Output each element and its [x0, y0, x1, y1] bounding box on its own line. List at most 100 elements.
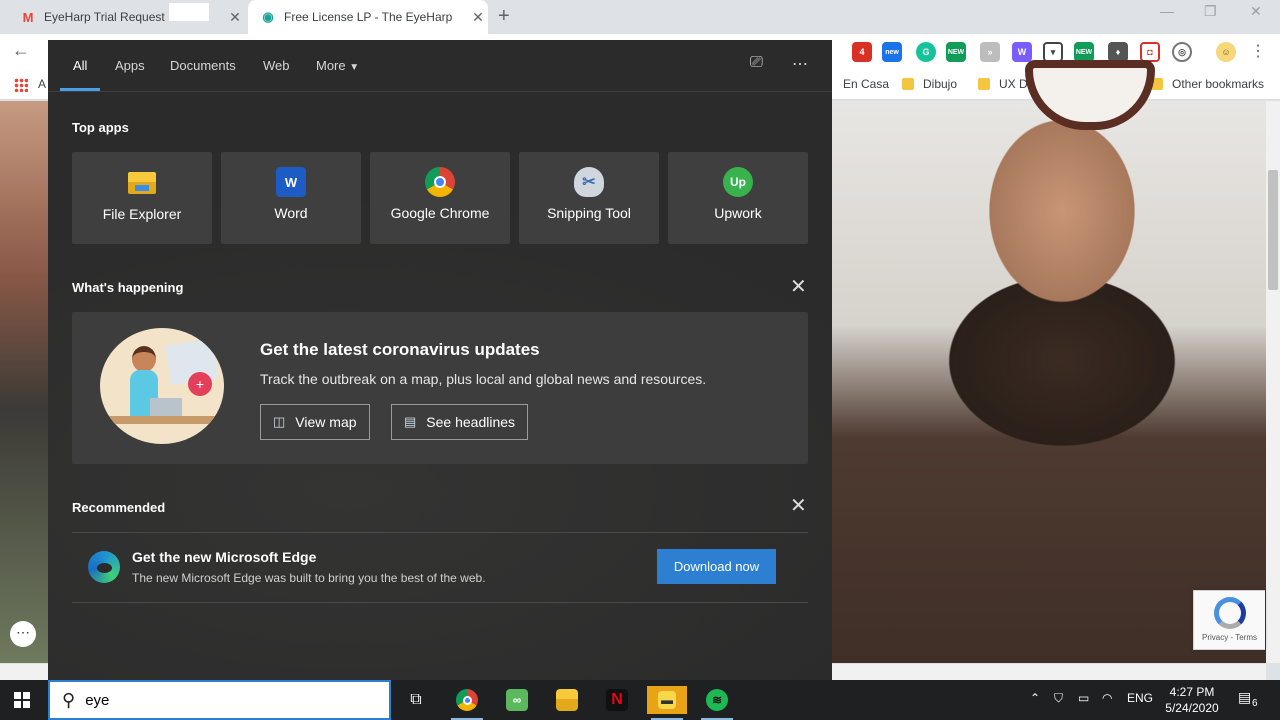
- feedback-icon[interactable]: ⎚: [750, 54, 763, 72]
- extension-new3-icon[interactable]: NEW: [1074, 42, 1094, 62]
- pocket-icon[interactable]: ▾: [1043, 42, 1063, 62]
- taskbar-app-green[interactable]: ∞: [497, 686, 537, 714]
- taskbar-search-box[interactable]: ⚲: [48, 680, 391, 720]
- bookmark-label: Dibujo: [923, 77, 958, 91]
- sticky-notes-icon: ▬: [658, 691, 676, 709]
- show-hidden-icons-icon[interactable]: ⌃: [1030, 691, 1040, 705]
- taskbar-netflix[interactable]: N: [597, 686, 637, 714]
- medical-heart-icon: +: [188, 372, 212, 396]
- search-nav: All Apps Documents Web More ▼ ⎚ ⋯: [48, 40, 832, 92]
- new-tab-icon[interactable]: +: [498, 5, 510, 28]
- badge-count: 4: [859, 47, 865, 57]
- view-map-button[interactable]: ◫ View map: [260, 404, 370, 440]
- browser-tabstrip: M EyeHarp Trial Request ✕ ◉ Free License…: [0, 0, 1280, 34]
- search-icon: ⚲: [62, 689, 76, 710]
- more-vertical-icon[interactable]: ⋮: [1250, 41, 1266, 61]
- recommended-title[interactable]: Get the new Microsoft Edge: [132, 549, 316, 565]
- more-options-icon[interactable]: ⋯: [792, 54, 808, 74]
- whats-happening-heading: What's happening: [72, 280, 184, 295]
- extension-box-icon[interactable]: ◘: [1140, 42, 1160, 62]
- close-icon[interactable]: ✕: [468, 9, 488, 26]
- windows-start-icon[interactable]: [14, 692, 30, 708]
- taskbar-spotify[interactable]: ≋: [697, 686, 737, 720]
- tab-free-license[interactable]: ◉ Free License LP - The EyeHarp ✕: [248, 0, 488, 34]
- extension-gray-icon[interactable]: »: [980, 42, 1000, 62]
- app-tile-upwork[interactable]: Up Upwork: [668, 152, 808, 244]
- download-now-button[interactable]: Download now: [657, 549, 776, 584]
- apps-grid-icon[interactable]: [14, 78, 28, 92]
- tab-more[interactable]: More ▼: [316, 58, 359, 73]
- close-icon[interactable]: ✕: [790, 277, 807, 297]
- extension-red-icon[interactable]: 4: [852, 42, 872, 62]
- badge-new: new: [885, 48, 899, 56]
- app-tile-word[interactable]: W Word: [221, 152, 361, 244]
- tab-eyeharp-trial[interactable]: M EyeHarp Trial Request ✕: [10, 0, 245, 34]
- file-explorer-icon: [128, 172, 156, 194]
- chrome-icon: [425, 167, 455, 197]
- netflix-icon: N: [606, 689, 628, 711]
- person-head-shape: [132, 346, 156, 372]
- recaptcha-text[interactable]: Privacy - Terms: [1202, 633, 1257, 642]
- upwork-glyph: Up: [730, 175, 746, 189]
- defender-icon[interactable]: ⛉: [1054, 691, 1063, 706]
- spotify-icon: ≋: [706, 689, 728, 711]
- profile-avatar[interactable]: ☺: [1216, 42, 1236, 62]
- task-view-icon[interactable]: ⧉: [396, 686, 436, 714]
- recommended-heading: Recommended: [72, 500, 166, 515]
- app-label: Upwork: [714, 205, 762, 221]
- bookmark-en-casa[interactable]: En Casa: [843, 77, 889, 91]
- news-headline[interactable]: Get the latest coronavirus updates: [260, 340, 540, 360]
- extension-new-icon[interactable]: new: [882, 42, 902, 62]
- taskbar-file-explorer[interactable]: [547, 686, 587, 714]
- language-indicator[interactable]: ENG: [1127, 691, 1153, 705]
- chat-icon[interactable]: ⋯: [10, 621, 36, 647]
- taskbar-chrome[interactable]: [447, 686, 487, 720]
- news-description: Track the outbreak on a map, plus local …: [260, 371, 707, 387]
- extension-circle-icon[interactable]: ◎: [1172, 42, 1192, 62]
- caret-down-icon: ▼: [349, 62, 360, 73]
- chrome-icon: [456, 689, 478, 711]
- bookmark-dibujo[interactable]: Dibujo: [902, 77, 957, 91]
- extension-new2-icon[interactable]: NEW: [946, 42, 966, 62]
- file-explorer-icon: [556, 689, 578, 711]
- grammarly-icon[interactable]: G: [916, 42, 936, 62]
- app-tile-file-explorer[interactable]: File Explorer: [72, 152, 212, 244]
- bookmark-partial[interactable]: A: [38, 77, 46, 91]
- close-window-icon[interactable]: ✕: [1250, 3, 1262, 20]
- headlines-icon: ▤: [404, 414, 417, 429]
- map-icon: ◫: [273, 414, 286, 429]
- tab-apps[interactable]: Apps: [115, 58, 145, 73]
- badge-new: NEW: [947, 48, 965, 56]
- eye-icon: ◉: [262, 9, 274, 24]
- app-tile-chrome[interactable]: Google Chrome: [370, 152, 510, 244]
- extension-bulb-icon[interactable]: ♦: [1108, 42, 1128, 62]
- notifications-icon[interactable]: ▤: [1238, 689, 1251, 706]
- see-headlines-button[interactable]: ▤ See headlines: [391, 404, 529, 440]
- tab-web[interactable]: Web: [263, 58, 290, 73]
- extension-w-icon[interactable]: W: [1012, 42, 1032, 62]
- tab-documents[interactable]: Documents: [170, 58, 236, 73]
- divider: [72, 532, 808, 533]
- restore-icon[interactable]: ❐: [1204, 3, 1217, 20]
- close-icon[interactable]: ✕: [225, 9, 245, 26]
- scrollbar-thumb[interactable]: [1268, 170, 1278, 290]
- taskbar-sticky-notes[interactable]: ▬: [647, 686, 687, 720]
- close-icon[interactable]: ✕: [790, 496, 807, 516]
- windows-taskbar: ⚲ ⧉ ∞ N ▬ ≋ ⌃ ⛉ ▭ ◠ ENG 4:27 PM 5/24/202…: [0, 680, 1280, 720]
- bookmark-other[interactable]: Other bookmarks: [1151, 77, 1264, 91]
- clock[interactable]: 4:27 PM 5/24/2020: [1160, 684, 1224, 716]
- notification-count: 6: [1252, 698, 1258, 709]
- news-card[interactable]: + Get the latest coronavirus updates Tra…: [72, 312, 808, 464]
- battery-icon[interactable]: ▭: [1078, 691, 1089, 705]
- minimize-icon[interactable]: —: [1160, 3, 1174, 19]
- tab-all[interactable]: All: [73, 58, 87, 73]
- recommended-description: The new Microsoft Edge was built to brin…: [132, 571, 486, 585]
- divider: [72, 602, 808, 603]
- person-photo-right: [832, 101, 1266, 663]
- word-icon: W: [276, 167, 306, 197]
- search-input[interactable]: [85, 691, 346, 709]
- wifi-icon[interactable]: ◠: [1102, 691, 1112, 705]
- app-tile-snipping-tool[interactable]: ✂ Snipping Tool: [519, 152, 659, 244]
- back-arrow-icon[interactable]: ←: [12, 40, 30, 61]
- recaptcha-badge[interactable]: Privacy - Terms: [1193, 590, 1265, 650]
